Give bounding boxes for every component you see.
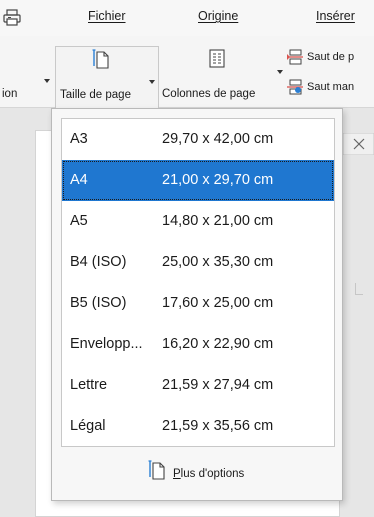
page-size-icon	[92, 49, 109, 69]
page-size-dimensions: 21,59 x 27,94 cm	[162, 377, 274, 393]
page-size-dimensions: 21,59 x 35,56 cm	[162, 418, 274, 434]
page-size-icon	[148, 460, 165, 480]
page-size-dropdown: A3 29,70 x 42,00 cm A4 21,00 x 29,70 cm …	[51, 108, 343, 501]
page-size-dimensions: 14,80 x 21,00 cm	[162, 213, 274, 229]
list-item[interactable]: Envelopp... 16,20 x 22,90 cm	[62, 324, 334, 365]
page-size-dimensions: 21,00 x 29,70 cm	[162, 172, 274, 188]
page-size-name: Envelopp...	[70, 336, 143, 352]
page-size-name: B4 (ISO)	[70, 254, 127, 270]
page-break-label: Saut de p	[307, 51, 355, 63]
chevron-down-icon[interactable]	[277, 70, 283, 74]
access-key: P	[173, 468, 181, 480]
list-item[interactable]: Légal 21,59 x 35,56 cm	[62, 406, 334, 447]
page-size-dimensions: 25,00 x 35,30 cm	[162, 254, 274, 270]
chevron-down-icon[interactable]	[149, 80, 155, 84]
list-item[interactable]: B5 (ISO) 17,60 x 25,00 cm	[62, 283, 334, 324]
more-options-button[interactable]: Plus d'options	[52, 457, 342, 493]
manual-break-button[interactable]: Saut man	[285, 78, 374, 98]
page-columns-label: Colonnes de page	[162, 88, 256, 100]
tab-origine[interactable]: Origine	[198, 9, 238, 23]
page-break-icon	[287, 49, 303, 65]
page-size-label: Taille de page	[60, 89, 131, 101]
page-size-dimensions: 16,20 x 22,90 cm	[162, 336, 274, 352]
ribbon-tab-bar: Fichier Origine Insérer	[0, 0, 374, 36]
list-item[interactable]: A5 14,80 x 21,00 cm	[62, 201, 334, 242]
manual-break-icon	[287, 79, 303, 95]
page-size-dimensions: 29,70 x 42,00 cm	[162, 131, 274, 147]
tab-inserer[interactable]: Insérer	[316, 9, 355, 23]
page-columns-button[interactable]: Colonnes de page	[160, 46, 276, 108]
list-item-selected[interactable]: A4 21,00 x 29,70 cm	[62, 160, 334, 201]
close-icon[interactable]	[343, 133, 374, 155]
page-size-name: A4	[70, 172, 88, 188]
page-size-name: B5 (ISO)	[70, 295, 127, 311]
list-item[interactable]: B4 (ISO) 25,00 x 35,30 cm	[62, 242, 334, 283]
partial-ribbon-label[interactable]: ion	[2, 88, 17, 100]
print-icon[interactable]	[2, 8, 24, 28]
page-size-button[interactable]: Taille de page	[55, 46, 159, 108]
page-size-dimensions: 17,60 x 25,00 cm	[162, 295, 274, 311]
list-item[interactable]: Lettre 21,59 x 27,94 cm	[62, 365, 334, 406]
more-options-label: Plus d'options	[173, 468, 244, 480]
page-size-name: A5	[70, 213, 88, 229]
manual-break-label: Saut man	[307, 81, 355, 93]
more-options-text: lus d'options	[180, 468, 245, 480]
page-size-name: A3	[70, 131, 88, 147]
page-break-button[interactable]: Saut de p	[285, 48, 374, 68]
columns-icon	[209, 49, 225, 68]
list-item[interactable]: A3 29,70 x 42,00 cm	[62, 119, 334, 160]
page-size-name: Légal	[70, 418, 106, 434]
tab-fichier[interactable]: Fichier	[88, 9, 126, 23]
page-size-list: A3 29,70 x 42,00 cm A4 21,00 x 29,70 cm …	[61, 118, 335, 447]
page-corner-mark	[355, 283, 363, 295]
page-size-name: Lettre	[70, 377, 108, 393]
chevron-down-icon[interactable]	[44, 79, 50, 83]
ribbon-panel: ion Taille de page Colonnes de page Saut…	[0, 36, 374, 108]
